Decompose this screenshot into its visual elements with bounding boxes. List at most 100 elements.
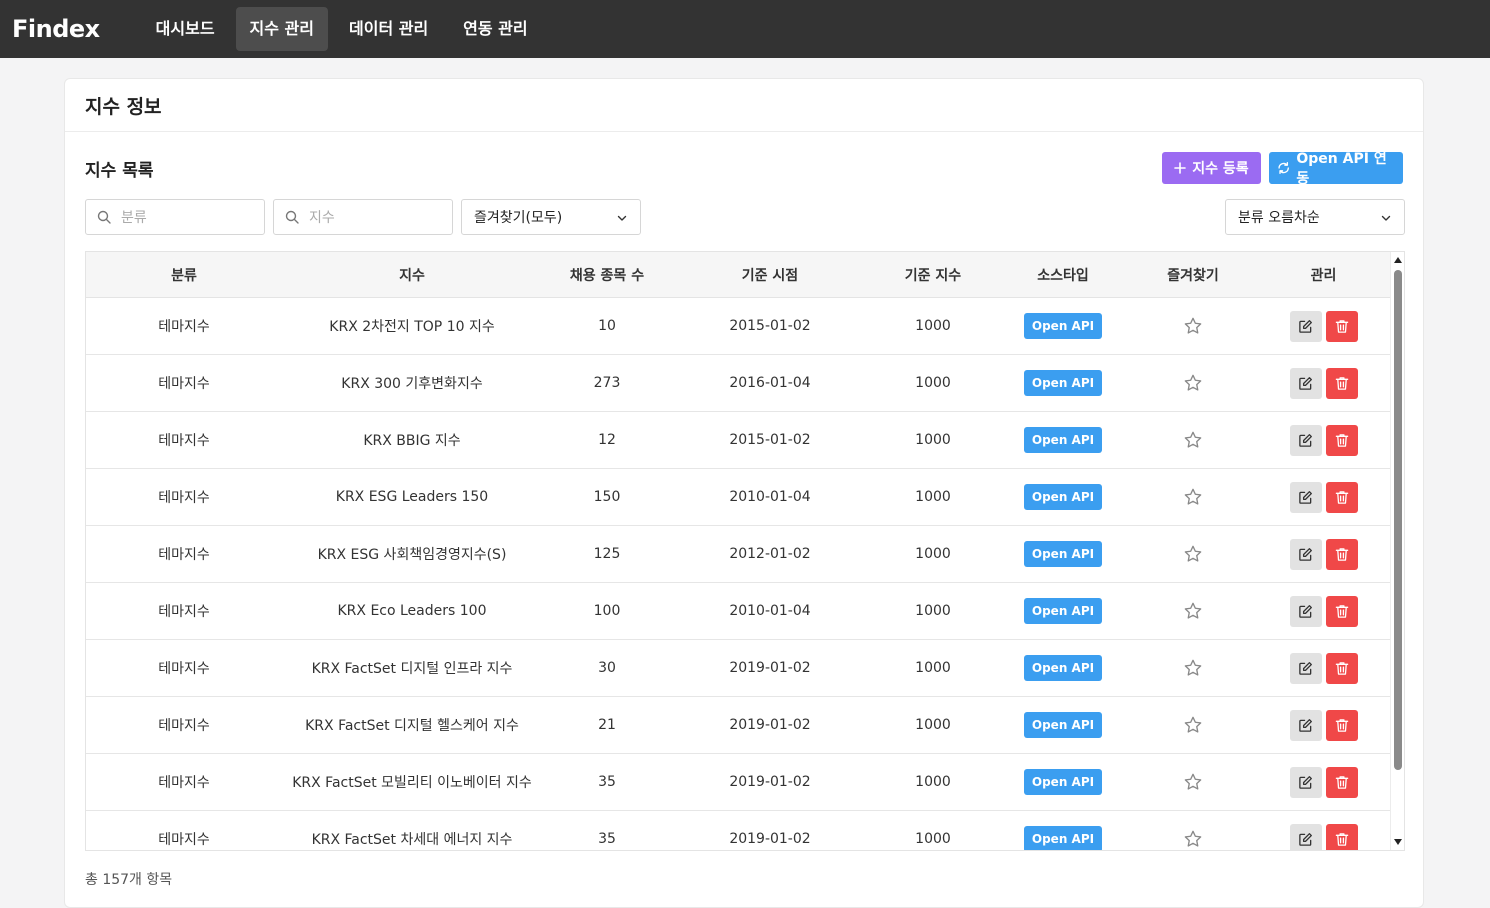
nav-index-management[interactable]: 지수 관리	[235, 7, 328, 51]
cell-base-date: 2019-01-02	[729, 774, 811, 790]
brand-logo[interactable]: Findex	[12, 15, 100, 43]
delete-button[interactable]	[1325, 538, 1358, 570]
trash-icon	[1335, 319, 1348, 333]
table-row: 테마지수 KRX 2차전지 TOP 10 지수 10 2015-01-02 10…	[86, 298, 1404, 355]
table-row: 테마지수 KRX 300 기후변화지수 273 2016-01-04 1000 …	[86, 355, 1404, 412]
delete-button[interactable]	[1325, 424, 1358, 456]
edit-icon	[1299, 832, 1312, 846]
cell-category: 테마지수	[158, 376, 210, 392]
search-icon	[97, 210, 111, 224]
cell-actions	[1258, 652, 1389, 684]
edit-button[interactable]	[1289, 424, 1322, 456]
cell-base-index: 1000	[915, 660, 951, 676]
cell-source-type: Open API	[998, 313, 1128, 339]
cell-constituent-count: 100	[593, 603, 621, 619]
delete-button[interactable]	[1325, 652, 1358, 684]
cell-favorite	[1128, 430, 1258, 450]
cell-index-name: KRX 300 기후변화지수	[341, 376, 483, 392]
delete-button[interactable]	[1325, 367, 1358, 399]
col-header-source-type[interactable]: 소스타입	[998, 265, 1128, 285]
col-header-favorite[interactable]: 즐겨찾기	[1128, 265, 1258, 285]
cell-category: 테마지수	[158, 775, 210, 791]
cell-favorite	[1128, 373, 1258, 393]
cell-category: 테마지수	[158, 832, 210, 848]
col-header-constituents[interactable]: 채용 종목 수	[542, 265, 672, 285]
cell-favorite	[1128, 772, 1258, 792]
edit-button[interactable]	[1289, 367, 1322, 399]
star-outline-icon[interactable]	[1183, 316, 1203, 336]
page-title: 지수 정보	[85, 95, 162, 118]
favorite-filter-select[interactable]: 즐겨찾기(모두)	[461, 199, 641, 235]
cell-base-index: 1000	[915, 375, 951, 391]
edit-button[interactable]	[1289, 709, 1322, 741]
card-header: 지수 정보	[65, 79, 1423, 132]
col-header-base-index[interactable]: 기준 지수	[868, 265, 998, 285]
star-outline-icon[interactable]	[1183, 772, 1203, 792]
table-row: 테마지수 KRX ESG 사회책임경영지수(S) 125 2012-01-02 …	[86, 526, 1404, 583]
col-header-base-date[interactable]: 기준 시점	[672, 265, 868, 285]
cell-source-type: Open API	[998, 712, 1128, 738]
sort-select[interactable]: 분류 오름차순	[1225, 199, 1405, 235]
nav-dashboard[interactable]: 대시보드	[142, 7, 229, 51]
cell-source-type: Open API	[998, 370, 1128, 396]
cell-category: 테마지수	[158, 490, 210, 506]
cell-constituent-count: 12	[598, 432, 616, 448]
edit-icon	[1299, 319, 1312, 333]
table-scrollbar[interactable]	[1390, 252, 1404, 850]
cell-constituent-count: 35	[598, 831, 616, 847]
cell-constituent-count: 21	[598, 717, 616, 733]
edit-button[interactable]	[1289, 766, 1322, 798]
table-body: 테마지수 KRX 2차전지 TOP 10 지수 10 2015-01-02 10…	[86, 298, 1404, 850]
cell-base-index: 1000	[915, 432, 951, 448]
star-outline-icon[interactable]	[1183, 715, 1203, 735]
star-outline-icon[interactable]	[1183, 601, 1203, 621]
edit-button[interactable]	[1289, 310, 1322, 342]
delete-button[interactable]	[1325, 766, 1358, 798]
open-api-sync-button[interactable]: Open API 연동	[1269, 151, 1403, 187]
col-header-index[interactable]: 지수	[282, 265, 542, 285]
star-outline-icon[interactable]	[1183, 658, 1203, 678]
refresh-icon	[1278, 161, 1289, 175]
star-outline-icon[interactable]	[1183, 829, 1203, 849]
cell-index-name: KRX FactSet 모빌리티 이노베이터 지수	[292, 775, 532, 791]
list-header: 지수 목록 지수 등록 Open API 연동	[85, 151, 1403, 187]
nav-data-management[interactable]: 데이터 관리	[335, 7, 442, 51]
add-index-button[interactable]: 지수 등록	[1162, 152, 1261, 184]
scroll-up-arrow-icon[interactable]	[1391, 254, 1404, 266]
star-outline-icon[interactable]	[1183, 487, 1203, 507]
edit-icon	[1299, 661, 1312, 675]
edit-button[interactable]	[1289, 538, 1322, 570]
col-header-category[interactable]: 분류	[86, 265, 282, 285]
col-header-actions: 관리	[1310, 267, 1337, 284]
delete-button[interactable]	[1325, 709, 1358, 741]
cell-base-index: 1000	[915, 318, 951, 334]
star-outline-icon[interactable]	[1183, 373, 1203, 393]
edit-icon	[1299, 604, 1312, 618]
cell-base-date: 2019-01-02	[729, 660, 811, 676]
list-title: 지수 목록	[85, 160, 154, 181]
cell-actions	[1258, 538, 1389, 570]
cell-index-name: KRX Eco Leaders 100	[337, 603, 487, 619]
cell-index-name: KRX FactSet 디지털 헬스케어 지수	[305, 718, 519, 734]
sort-value: 분류 오름차순	[1238, 210, 1320, 226]
nav-integration-management[interactable]: 연동 관리	[449, 7, 541, 51]
star-outline-icon[interactable]	[1183, 430, 1203, 450]
star-outline-icon[interactable]	[1183, 544, 1203, 564]
cell-constituent-count: 125	[593, 546, 621, 562]
edit-button[interactable]	[1289, 481, 1322, 513]
index-info-card: 지수 정보 지수 목록 지수 등록 Open API 연동 분류 지수 즐겨찾기…	[64, 78, 1424, 908]
index-table: 분류 지수 채용 종목 수 기준 시점 기준 지수 소스타입 즐겨찾기 관리 테…	[85, 251, 1405, 851]
category-search-input[interactable]: 분류	[85, 199, 265, 235]
delete-button[interactable]	[1325, 595, 1358, 627]
scrollbar-thumb[interactable]	[1394, 270, 1402, 770]
total-count: 총 157개 항목	[85, 872, 173, 888]
cell-source-type: Open API	[998, 769, 1128, 795]
edit-button[interactable]	[1289, 823, 1322, 850]
scroll-down-arrow-icon[interactable]	[1391, 836, 1404, 848]
edit-button[interactable]	[1289, 652, 1322, 684]
delete-button[interactable]	[1325, 310, 1358, 342]
delete-button[interactable]	[1325, 823, 1358, 850]
delete-button[interactable]	[1325, 481, 1358, 513]
index-search-input[interactable]: 지수	[273, 199, 453, 235]
edit-button[interactable]	[1289, 595, 1322, 627]
